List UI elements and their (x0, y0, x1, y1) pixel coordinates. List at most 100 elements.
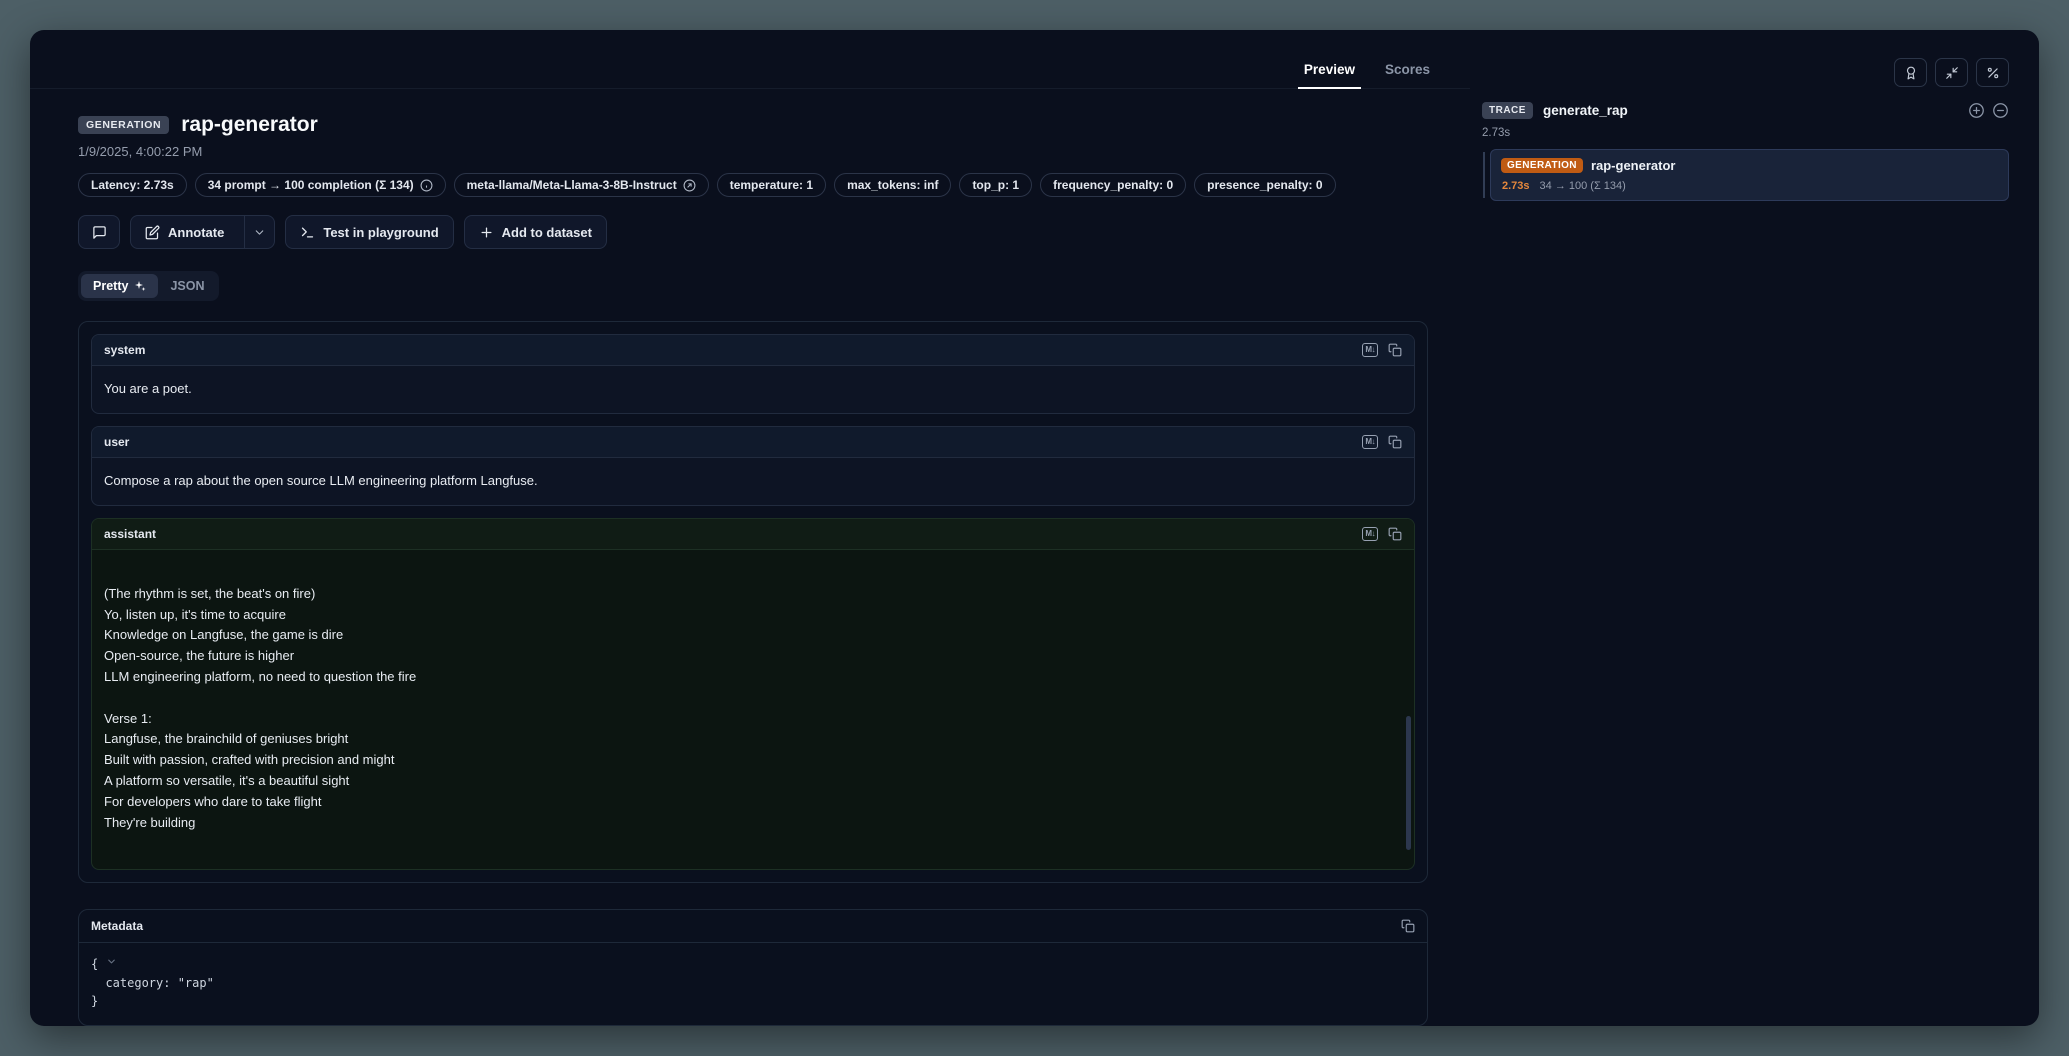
pill-label: top_p: 1 (972, 178, 1019, 192)
copy-icon[interactable] (1401, 919, 1415, 933)
max-tokens-pill: max_tokens: inf (834, 173, 951, 197)
trace-root-row[interactable]: TRACE generate_rap (1482, 102, 2009, 119)
message-content: You are a poet. (92, 366, 1414, 413)
token-usage-pill: 34 prompt → 100 completion (Σ 134) (195, 173, 446, 197)
message-role: user (104, 435, 129, 449)
toggle-pretty[interactable]: Pretty (81, 274, 158, 298)
comment-icon (92, 225, 107, 240)
markdown-toggle-icon[interactable]: M↓ (1362, 527, 1378, 541)
temperature-pill: temperature: 1 (717, 173, 826, 197)
annotate-button[interactable]: Annotate (130, 215, 275, 249)
pill-label: meta-llama/Meta-Llama-3-8B-Instruct (467, 178, 677, 192)
message-role: assistant (104, 527, 156, 541)
message-content: (The rhythm is set, the beat's on fire) … (92, 550, 1414, 869)
expand-all-icon[interactable] (1968, 102, 1985, 119)
markdown-toggle-icon[interactable]: M↓ (1362, 343, 1378, 357)
message-header-icons: M↓ (1362, 343, 1402, 357)
pretty-label: Pretty (93, 279, 128, 293)
annotate-dropdown[interactable] (244, 216, 274, 248)
test-in-playground-button[interactable]: Test in playground (285, 215, 453, 249)
presence-penalty-pill: presence_penalty: 0 (1194, 173, 1335, 197)
pretty-json-toggle: Pretty JSON (78, 271, 219, 301)
scrollbar-thumb[interactable] (1406, 716, 1411, 850)
add-to-dataset-button[interactable]: Add to dataset (464, 215, 607, 249)
node-token-counts: 34 → 100 (Σ 134) (1540, 180, 1626, 192)
tree-node-generation[interactable]: GENERATION rap-generator 2.73s 34 → 100 … (1490, 149, 2009, 201)
preview-scores-tabs: Preview Scores (30, 30, 1470, 89)
pencil-square-icon (145, 225, 160, 240)
collapse-panel-button[interactable] (1935, 58, 1968, 87)
pill-label: Latency: 2.73s (91, 178, 174, 192)
sparkles-icon (134, 280, 146, 292)
pill-label: presence_penalty: 0 (1207, 178, 1322, 192)
tab-scores[interactable]: Scores (1371, 54, 1444, 88)
tree-controls (1968, 102, 2009, 119)
assistant-message-card: assistant M↓ (The rhythm is set, the bea… (91, 518, 1415, 870)
toggle-json[interactable]: JSON (158, 274, 216, 298)
award-icon (1904, 66, 1918, 80)
annotate-main[interactable]: Annotate (131, 216, 236, 248)
collapse-chevron-icon[interactable] (106, 956, 117, 970)
user-message-card: user M↓ Compose a rap about the open sou… (91, 426, 1415, 506)
tab-preview[interactable]: Preview (1290, 54, 1369, 88)
metadata-header: Metadata (79, 910, 1427, 943)
comments-button[interactable] (78, 215, 120, 249)
frequency-penalty-pill: frequency_penalty: 0 (1040, 173, 1186, 197)
generation-type-badge: GENERATION (78, 116, 169, 134)
trace-detail-panel: Preview Scores GENERATION rap-generator … (30, 30, 2039, 1026)
node-latency: 2.73s (1502, 180, 1530, 192)
message-role: system (104, 343, 145, 357)
parameter-pills: Latency: 2.73s 34 prompt → 100 completio… (78, 173, 1428, 197)
copy-icon[interactable] (1388, 435, 1402, 449)
markdown-toggle-icon[interactable]: M↓ (1362, 435, 1378, 449)
chevron-down-icon (253, 226, 266, 239)
message-header: user M↓ (92, 427, 1414, 458)
message-header-icons: M↓ (1362, 435, 1402, 449)
trace-name: generate_rap (1543, 103, 1958, 118)
latency-pill: Latency: 2.73s (78, 173, 187, 197)
page-title: rap-generator (181, 113, 318, 137)
message-header: system M↓ (92, 335, 1414, 366)
model-pill[interactable]: meta-llama/Meta-Llama-3-8B-Instruct (454, 173, 709, 197)
minimize-icon (1945, 66, 1959, 80)
action-buttons: Annotate Test in playground Add to datas… (78, 215, 1428, 249)
pill-label: temperature: 1 (730, 178, 813, 192)
collapse-all-icon[interactable] (1992, 102, 2009, 119)
node-metrics-row: 2.73s 34 → 100 (Σ 134) (1502, 180, 1998, 192)
observation-tree: GENERATION rap-generator 2.73s 34 → 100 … (1482, 149, 2009, 201)
metrics-button[interactable] (1976, 58, 2009, 87)
info-icon[interactable] (420, 179, 433, 192)
top-p-pill: top_p: 1 (959, 173, 1032, 197)
system-message-card: system M↓ You are a poet. (91, 334, 1415, 414)
tree-indent-guide (1483, 152, 1485, 198)
trace-tree-sidebar: TRACE generate_rap 2.73s GENERATION rap-… (1470, 30, 2039, 1026)
annotate-label: Annotate (168, 225, 224, 240)
observation-content: GENERATION rap-generator 1/9/2025, 4:00:… (30, 89, 1470, 1026)
percent-icon (1986, 66, 2000, 80)
metadata-card: Metadata { category: "rap" } (78, 909, 1428, 1026)
observation-pane: Preview Scores GENERATION rap-generator … (30, 30, 1470, 1026)
pill-label: max_tokens: inf (847, 178, 938, 192)
test-in-playground-label: Test in playground (323, 225, 438, 240)
metadata-json: { category: "rap" } (79, 943, 1427, 1025)
external-link-icon (683, 179, 696, 192)
observation-header: GENERATION rap-generator (78, 113, 1428, 137)
plus-icon (479, 225, 494, 240)
metadata-title: Metadata (91, 919, 143, 933)
award-button[interactable] (1894, 58, 1927, 87)
pill-label: frequency_penalty: 0 (1053, 178, 1173, 192)
trace-duration: 2.73s (1482, 127, 2009, 139)
message-content: Compose a rap about the open source LLM … (92, 458, 1414, 505)
copy-icon[interactable] (1388, 527, 1402, 541)
add-to-dataset-label: Add to dataset (502, 225, 592, 240)
copy-icon[interactable] (1388, 343, 1402, 357)
terminal-icon (300, 225, 315, 240)
trace-type-badge: TRACE (1482, 102, 1533, 119)
observation-timestamp: 1/9/2025, 4:00:22 PM (78, 144, 1428, 159)
generation-badge: GENERATION (1501, 158, 1583, 173)
pill-label: 34 prompt → 100 completion (Σ 134) (208, 178, 414, 192)
assistant-text: (The rhythm is set, the beat's on fire) … (104, 586, 416, 830)
message-header: assistant M↓ (92, 519, 1414, 550)
node-name: rap-generator (1591, 158, 1676, 173)
sidebar-toolbar (1894, 58, 2009, 87)
